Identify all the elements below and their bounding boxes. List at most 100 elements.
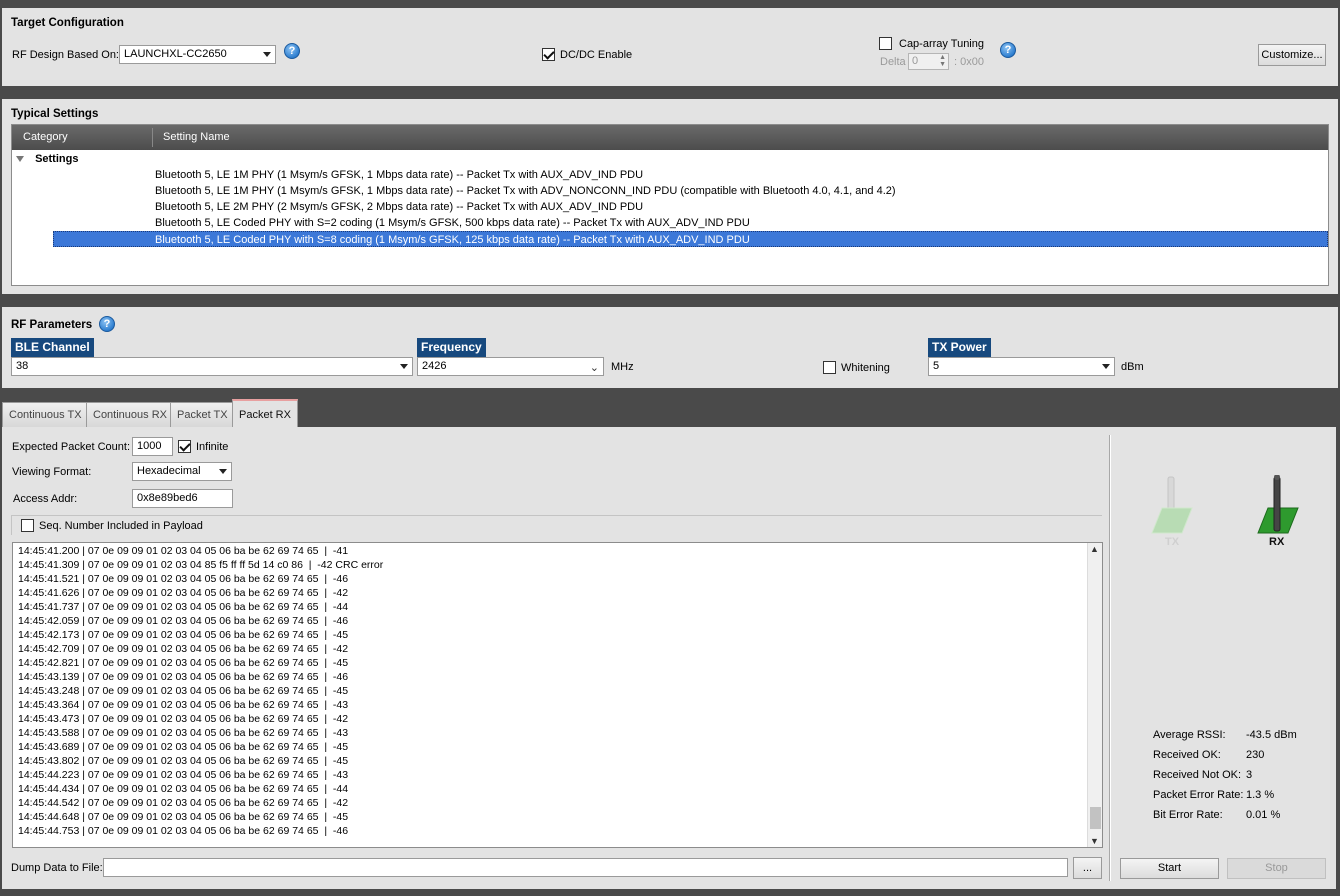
tree-group-label: Settings	[35, 153, 79, 165]
setting-row-label: Bluetooth 5, LE 1M PHY (1 Msym/s GFSK, 1…	[155, 185, 896, 197]
frequency-select[interactable]: 2426 ⌄	[417, 357, 604, 376]
stat-label-received-ok: Received OK:	[1153, 749, 1221, 761]
viewing-format-select[interactable]: Hexadecimal	[132, 462, 232, 481]
spinner-arrows-icon: ▲ ▼	[939, 54, 946, 68]
packet-log-lines: 14:45:41.200 | 07 0e 09 09 01 02 03 04 0…	[18, 544, 383, 838]
log-line: 14:45:41.309 | 07 0e 09 09 01 02 03 04 8…	[18, 559, 384, 571]
log-line: 14:45:44.753 | 07 0e 09 09 01 02 03 04 0…	[18, 825, 349, 837]
customize-button[interactable]: Customize...	[1258, 44, 1326, 66]
delta-spinner[interactable]: 0 ▲ ▼	[908, 53, 949, 70]
dump-data-input[interactable]	[103, 858, 1068, 877]
typical-settings-panel: Typical Settings Category Setting Name S…	[2, 99, 1338, 294]
rx-icon-label: RX	[1269, 536, 1285, 548]
stat-label-bit-error-rate: Bit Error Rate:	[1153, 809, 1223, 821]
log-line: 14:45:42.821 | 07 0e 09 09 01 02 03 04 0…	[18, 657, 349, 669]
ble-channel-select[interactable]: 38	[11, 357, 413, 376]
tab-continuous-tx[interactable]: Continuous TX	[2, 402, 89, 427]
help-icon[interactable]: ?	[99, 316, 115, 332]
frequency-value: 2426	[422, 360, 447, 372]
scroll-up-icon[interactable]: ▲	[1090, 544, 1099, 554]
expected-count-input[interactable]: 1000	[132, 437, 173, 456]
access-addr-input[interactable]: 0x8e89bed6	[132, 489, 233, 508]
rf-design-select[interactable]: LAUNCHXL-CC2650	[119, 45, 276, 64]
log-line: 14:45:43.689 | 07 0e 09 09 01 02 03 04 0…	[18, 741, 349, 753]
rf-design-value: LAUNCHXL-CC2650	[124, 48, 227, 60]
log-line: 14:45:44.223 | 07 0e 09 09 01 02 03 04 0…	[18, 769, 349, 781]
ble-channel-label: BLE Channel	[11, 338, 94, 357]
seq-number-checkbox[interactable]	[21, 519, 34, 532]
setting-row[interactable]: Bluetooth 5, LE 1M PHY (1 Msym/s GFSK, 1…	[155, 167, 643, 183]
log-line: 14:45:41.521 | 07 0e 09 09 01 02 03 04 0…	[18, 573, 349, 585]
log-line: 14:45:44.648 | 07 0e 09 09 01 02 03 04 0…	[18, 811, 349, 823]
stat-value-received-ok: 230	[1246, 749, 1265, 761]
infinite-checkbox[interactable]	[178, 440, 191, 453]
tx-power-unit: dBm	[1121, 361, 1144, 373]
tree-group-settings[interactable]: Settings	[16, 151, 78, 167]
tab-packet-tx[interactable]: Packet TX	[170, 402, 235, 427]
log-line: 14:45:43.364 | 07 0e 09 09 01 02 03 04 0…	[18, 699, 349, 711]
whitening-checkbox[interactable]	[823, 361, 836, 374]
chevron-down-icon	[219, 469, 227, 474]
collapse-triangle-icon[interactable]	[16, 156, 24, 163]
expected-count-value: 1000	[137, 440, 162, 452]
column-header-category[interactable]: Category	[23, 125, 68, 150]
cap-array-label: Cap-array Tuning	[899, 38, 984, 50]
scrollbar-thumb[interactable]	[1090, 807, 1101, 829]
viewing-format-label: Viewing Format:	[12, 466, 92, 478]
scroll-down-icon[interactable]: ▼	[1090, 836, 1099, 846]
stat-label-received-not-ok: Received Not OK:	[1153, 769, 1242, 781]
rf-design-label: RF Design Based On:	[12, 49, 119, 61]
dcdc-enable-checkbox[interactable]	[542, 48, 555, 61]
setting-row-label: Bluetooth 5, LE Coded PHY with S=8 codin…	[155, 234, 750, 246]
settings-table: Category Setting Name Settings Bluetooth…	[11, 124, 1329, 286]
stat-label-packet-error-rate: Packet Error Rate:	[1153, 789, 1244, 801]
chevron-down-icon	[1102, 364, 1110, 369]
tx-power-select[interactable]: 5	[928, 357, 1115, 376]
column-header-setting-name[interactable]: Setting Name	[163, 125, 230, 150]
start-button[interactable]: Start	[1120, 858, 1219, 879]
stat-value-average-rssi: -43.5 dBm	[1246, 729, 1297, 741]
stop-button[interactable]: Stop	[1227, 858, 1326, 879]
setting-row-label: Bluetooth 5, LE 1M PHY (1 Msym/s GFSK, 1…	[155, 169, 644, 181]
setting-row[interactable]: Bluetooth 5, LE Coded PHY with S=2 codin…	[155, 215, 750, 231]
dump-data-label: Dump Data to File:	[11, 862, 103, 874]
stat-label-average-rssi: Average RSSI:	[1153, 729, 1226, 741]
ble-channel-value: 38	[16, 360, 29, 372]
chevron-down-icon	[400, 364, 408, 369]
log-line: 14:45:41.737 | 07 0e 09 09 01 02 03 04 0…	[18, 601, 349, 613]
log-scrollbar[interactable]: ▲ ▼	[1087, 543, 1102, 847]
tab-packet-rx[interactable]: Packet RX	[232, 399, 298, 428]
delta-hex: : 0x00	[954, 56, 984, 68]
log-line: 14:45:43.139 | 07 0e 09 09 01 02 03 04 0…	[18, 671, 349, 683]
expected-count-label: Expected Packet Count:	[12, 441, 131, 453]
typical-settings-title: Typical Settings	[11, 108, 99, 120]
stat-value-received-not-ok: 3	[1246, 769, 1253, 781]
setting-row[interactable]: Bluetooth 5, LE 1M PHY (1 Msym/s GFSK, 1…	[155, 183, 896, 199]
log-line: 14:45:44.434 | 07 0e 09 09 01 02 03 04 0…	[18, 783, 349, 795]
log-line: 14:45:43.588 | 07 0e 09 09 01 02 03 04 0…	[18, 727, 349, 739]
access-addr-value: 0x8e89bed6	[137, 492, 198, 504]
delta-value: 0	[912, 55, 919, 67]
chevron-down-icon: ⌄	[589, 362, 599, 374]
seq-number-label: Seq. Number Included in Payload	[39, 520, 203, 532]
log-line: 14:45:41.200 | 07 0e 09 09 01 02 03 04 0…	[18, 545, 349, 557]
browse-button[interactable]: ...	[1073, 857, 1102, 879]
chevron-down-icon	[263, 52, 271, 57]
setting-row[interactable]: Bluetooth 5, LE 2M PHY (2 Msym/s GFSK, 2…	[155, 199, 643, 215]
setting-row-selected[interactable]: Bluetooth 5, LE Coded PHY with S=8 codin…	[53, 231, 1328, 247]
log-line: 14:45:42.059 | 07 0e 09 09 01 02 03 04 0…	[18, 615, 349, 627]
stat-value-bit-error-rate: 0.01 %	[1246, 809, 1281, 821]
tab-continuous-rx[interactable]: Continuous RX	[86, 402, 174, 427]
tx-power-label: TX Power	[928, 338, 991, 357]
log-line: 14:45:42.709 | 07 0e 09 09 01 02 03 04 0…	[18, 643, 349, 655]
tx-power-value: 5	[933, 360, 940, 372]
stat-value-packet-error-rate: 1.3 %	[1246, 789, 1275, 801]
packet-log[interactable]: 14:45:41.200 | 07 0e 09 09 01 02 03 04 0…	[12, 542, 1103, 848]
setting-row-label: Bluetooth 5, LE 2M PHY (2 Msym/s GFSK, 2…	[155, 201, 644, 213]
whitening-label: Whitening	[841, 362, 890, 374]
help-icon[interactable]: ?	[284, 43, 300, 59]
cap-array-checkbox[interactable]	[879, 37, 892, 50]
help-icon[interactable]: ?	[1000, 42, 1016, 58]
dcdc-enable-label: DC/DC Enable	[560, 49, 633, 61]
frequency-unit: MHz	[611, 361, 634, 373]
